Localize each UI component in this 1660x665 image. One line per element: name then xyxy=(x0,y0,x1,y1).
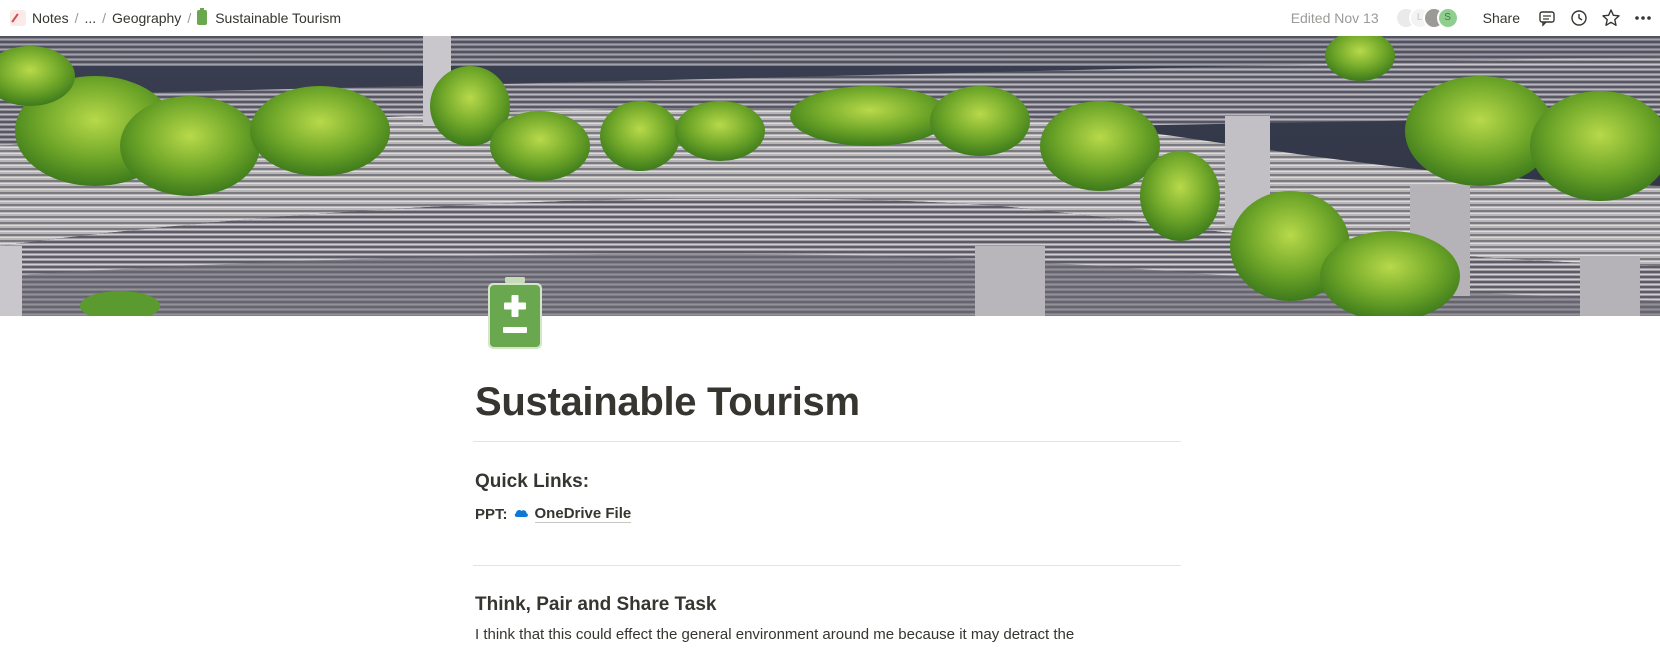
onedrive-file-link[interactable]: OneDrive File xyxy=(534,505,632,523)
breadcrumb-notes[interactable]: Notes xyxy=(6,8,73,28)
breadcrumb-current-page[interactable]: Sustainable Tourism xyxy=(193,8,345,28)
battery-icon xyxy=(197,8,208,25)
cover-image[interactable] xyxy=(0,36,1660,316)
ppt-link-line: PPT: OneDrive File xyxy=(475,505,1183,523)
share-button[interactable]: Share xyxy=(1477,8,1526,28)
page-title[interactable]: Sustainable Tourism xyxy=(475,380,1183,425)
breadcrumb-current-label: Sustainable Tourism xyxy=(215,9,342,26)
edited-timestamp: Edited Nov 13 xyxy=(1290,9,1379,26)
breadcrumb-separator: / xyxy=(74,9,79,26)
breadcrumb-geography[interactable]: Geography xyxy=(108,8,185,28)
breadcrumb-geography-label: Geography xyxy=(112,9,182,26)
breadcrumb-separator: / xyxy=(187,9,192,26)
avatar-group[interactable]: L S xyxy=(1394,6,1459,29)
divider xyxy=(473,565,1181,566)
page-content: Sustainable Tourism Quick Links: PPT: On… xyxy=(473,380,1183,643)
breadcrumb: Notes / ... / Geography / Sustainable To… xyxy=(6,8,345,28)
top-bar: Notes / ... / Geography / Sustainable To… xyxy=(0,0,1660,35)
breadcrumb-separator: / xyxy=(102,9,107,26)
avatar: S xyxy=(1436,6,1459,29)
notes-icon xyxy=(10,9,26,26)
more-icon[interactable] xyxy=(1632,7,1654,29)
battery-plus-minus-icon xyxy=(488,277,542,349)
quick-links-heading[interactable]: Quick Links: xyxy=(475,471,1183,493)
breadcrumb-ellipsis-label: ... xyxy=(84,9,97,26)
cover-illustration xyxy=(0,36,1660,316)
ppt-label: PPT: xyxy=(475,505,508,523)
comment-icon[interactable] xyxy=(1536,7,1558,29)
breadcrumb-notes-label: Notes xyxy=(32,9,69,26)
star-icon[interactable] xyxy=(1600,7,1622,29)
divider xyxy=(473,441,1181,442)
history-icon[interactable] xyxy=(1568,7,1590,29)
page-icon[interactable] xyxy=(485,275,545,353)
topbar-actions: Edited Nov 13 L S Share xyxy=(1290,6,1654,29)
breadcrumb-ellipsis[interactable]: ... xyxy=(80,8,100,28)
body-paragraph[interactable]: I think that this could effect the gener… xyxy=(475,626,1183,643)
onedrive-cloud-icon xyxy=(513,506,529,523)
think-pair-share-heading[interactable]: Think, Pair and Share Task xyxy=(475,594,1183,616)
